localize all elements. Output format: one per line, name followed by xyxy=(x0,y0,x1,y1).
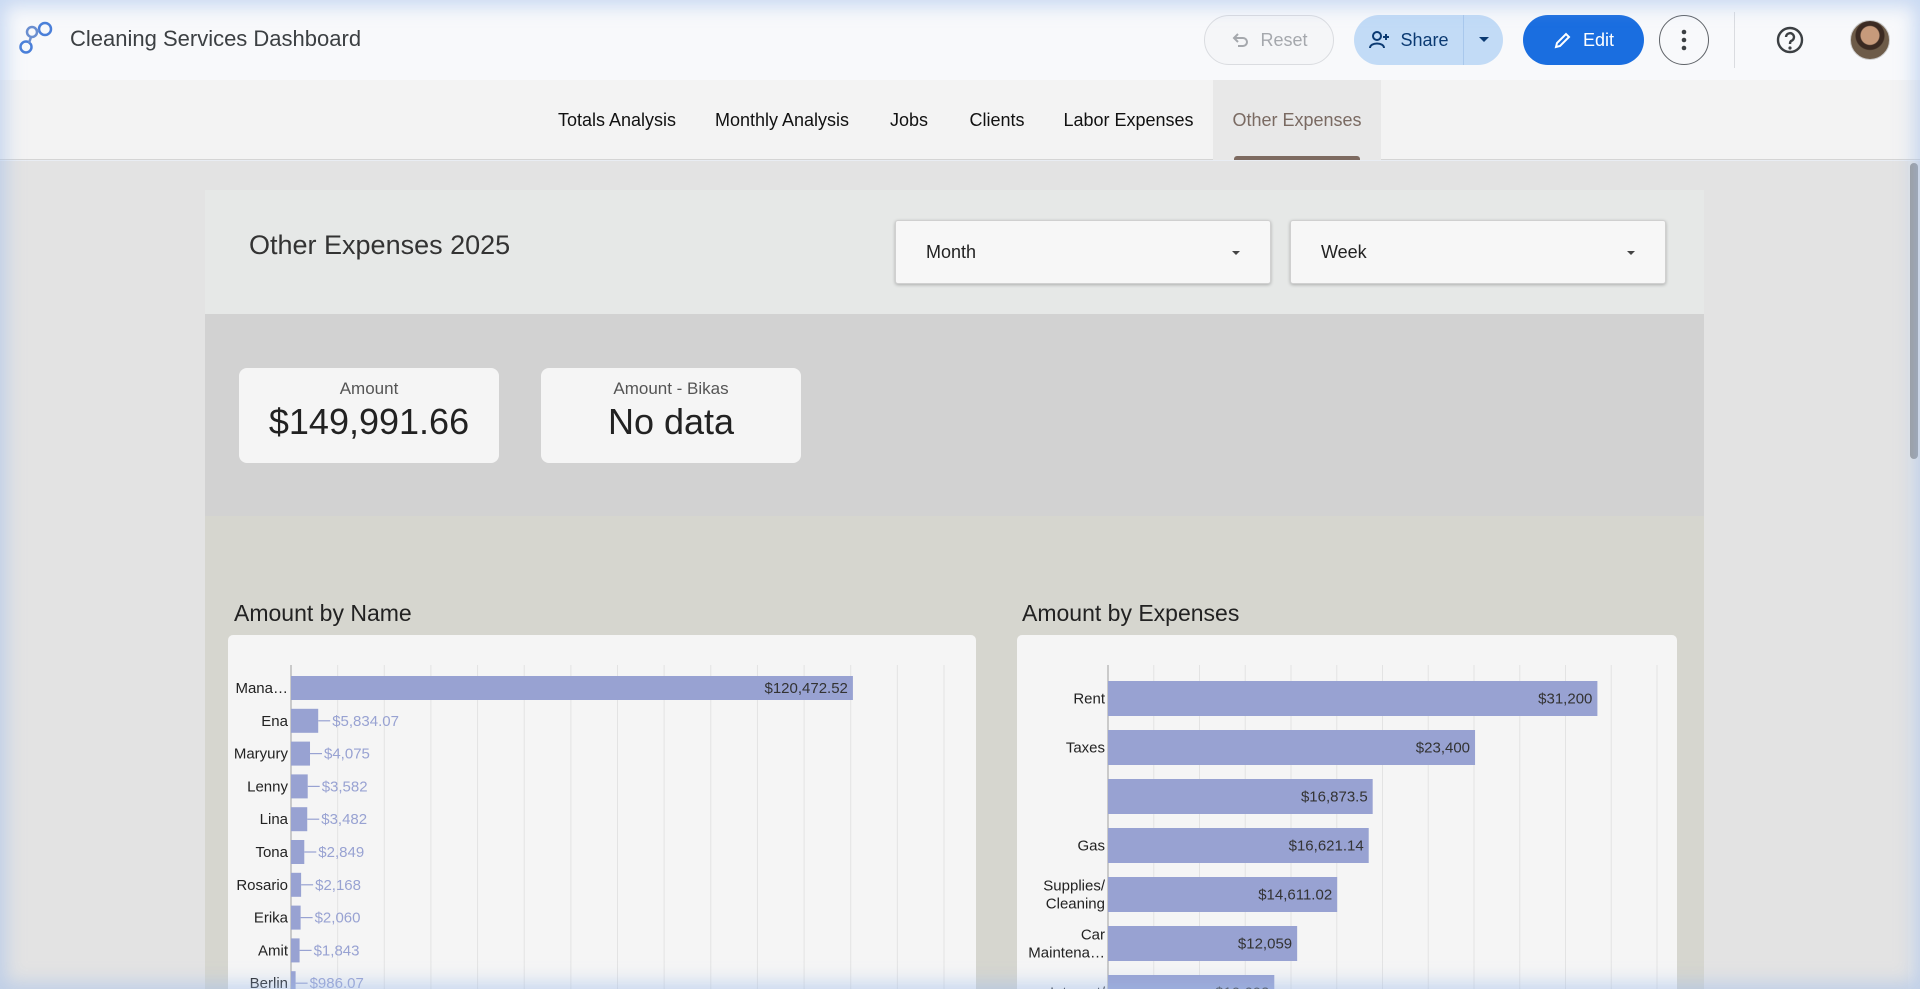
caret-down-icon xyxy=(1627,251,1635,255)
page-tabs: Totals Analysis Monthly Analysis Jobs Cl… xyxy=(0,80,1920,160)
chart-card-amount-by-expenses: Rent $31,200 Taxes $23,400 $16,873.5 Gas $16,6… xyxy=(1017,635,1677,989)
category-label: Internet/ xyxy=(1050,985,1106,989)
category-label: Erika xyxy=(254,910,289,927)
kpi-amount-label: Amount xyxy=(339,379,399,398)
category-label: Maryury xyxy=(234,746,289,763)
data-label: $23,400 xyxy=(1416,740,1470,757)
data-label: $5,834.07 xyxy=(332,713,399,730)
bar[interactable] xyxy=(291,741,311,766)
report-page: Other Expenses 2025 Month Week Amount $1… xyxy=(205,190,1704,989)
amount-by-name-chart: Mana… $120,472.52 Ena $5,834.07 Maryury $4,07… xyxy=(234,665,945,989)
data-label: $31,200 xyxy=(1538,691,1592,708)
reset-label: Reset xyxy=(1260,29,1308,50)
category-label: Supplies/ xyxy=(1043,878,1106,895)
toolbar-divider xyxy=(1734,12,1735,68)
avatar[interactable] xyxy=(1850,20,1890,60)
data-label: $14,611.02 xyxy=(1258,887,1332,904)
chart-title-amount-by-expenses: Amount by Expenses xyxy=(1022,600,1240,626)
share-button-group: Share xyxy=(1354,15,1503,65)
data-label: $4,075 xyxy=(324,746,370,763)
category-label: Lina xyxy=(260,811,289,828)
data-label: $3,582 xyxy=(322,778,368,795)
tab-labor-expenses[interactable]: Labor Expenses xyxy=(1044,80,1213,160)
bar[interactable] xyxy=(291,938,300,963)
person-add-icon xyxy=(1369,31,1390,49)
data-label: $2,060 xyxy=(315,910,361,927)
kpi-amount: Amount $149,991.66 xyxy=(239,368,499,463)
bar[interactable] xyxy=(291,905,301,930)
more-options-button[interactable] xyxy=(1659,15,1709,65)
data-label: $16,873.5 xyxy=(1301,789,1368,806)
category-label: Taxes xyxy=(1066,740,1105,757)
tab-jobs[interactable]: Jobs xyxy=(868,80,950,160)
category-label: Rent xyxy=(1073,691,1106,708)
data-label: $2,849 xyxy=(318,844,364,861)
undo-icon xyxy=(1233,33,1249,47)
share-button[interactable]: Share xyxy=(1354,15,1463,65)
bar[interactable] xyxy=(291,971,296,989)
report-title: Other Expenses 2025 xyxy=(249,230,511,260)
tab-clients[interactable]: Clients xyxy=(950,80,1044,160)
bar[interactable] xyxy=(1108,681,1598,716)
logo-icon xyxy=(19,21,53,54)
top-bar: Cleaning Services Dashboard Reset Share … xyxy=(0,0,1920,80)
category-label: Amit xyxy=(258,942,289,959)
vertical-scrollbar[interactable] xyxy=(1908,161,1920,989)
app-title: Cleaning Services Dashboard xyxy=(70,26,362,51)
tab-other-expenses[interactable]: Other Expenses xyxy=(1213,80,1381,160)
share-dropdown-button[interactable] xyxy=(1463,15,1503,65)
bar[interactable] xyxy=(291,774,308,799)
category-label: Berlin xyxy=(250,975,288,989)
category-label: Tona xyxy=(255,844,288,861)
data-label: $120,472.52 xyxy=(764,680,847,697)
month-filter[interactable]: Month xyxy=(895,220,1271,284)
share-label: Share xyxy=(1400,29,1449,50)
chart-title-amount-by-name: Amount by Name xyxy=(234,600,412,626)
week-filter[interactable]: Week xyxy=(1290,220,1666,284)
category-label: Ena xyxy=(261,713,288,730)
kpi-amount-bikas-value: No data xyxy=(607,401,735,442)
category-label: Maintena… xyxy=(1028,945,1105,962)
kpi-section: Amount $149,991.66 Amount - Bikas No dat… xyxy=(205,314,1704,516)
report-header: Other Expenses 2025 Month Week xyxy=(205,190,1704,314)
week-filter-label: Week xyxy=(1321,241,1367,262)
help-icon[interactable] xyxy=(1774,24,1806,56)
category-label: Mana… xyxy=(235,680,288,697)
data-label: $12,059 xyxy=(1238,936,1292,953)
amount-by-expenses-chart: Rent $31,200 Taxes $23,400 $16,873.5 Gas $16,6… xyxy=(1028,665,1658,989)
edit-button[interactable]: Edit xyxy=(1523,15,1644,65)
bar[interactable] xyxy=(291,807,308,832)
chart-card-amount-by-name: Mana… $120,472.52 Ena $5,834.07 Maryury $4,07… xyxy=(228,635,976,989)
edit-label: Edit xyxy=(1582,29,1615,50)
caret-down-icon xyxy=(1232,251,1240,255)
reset-button[interactable]: Reset xyxy=(1204,15,1334,65)
more-vert-icon xyxy=(1681,29,1687,51)
data-label: $3,482 xyxy=(321,811,367,828)
pencil-icon xyxy=(1554,32,1571,49)
data-label: $1,843 xyxy=(314,942,360,959)
category-label: Car xyxy=(1081,927,1105,944)
caret-down-icon xyxy=(1478,37,1489,42)
category-label: Rosario xyxy=(236,877,288,894)
data-label: $2,168 xyxy=(315,877,361,894)
tab-totals-analysis[interactable]: Totals Analysis xyxy=(538,80,696,160)
data-label: $16,621.14 xyxy=(1289,838,1364,855)
scrollbar-thumb[interactable] xyxy=(1910,163,1918,459)
category-label: Lenny xyxy=(247,778,288,795)
data-label: $986.07 xyxy=(310,975,364,989)
month-filter-label: Month xyxy=(926,241,977,262)
bar[interactable] xyxy=(291,840,305,864)
bar[interactable] xyxy=(291,872,302,897)
data-label: $10,602 xyxy=(1215,985,1269,989)
kpi-amount-bikas: Amount - Bikas No data xyxy=(541,368,801,463)
category-label: Gas xyxy=(1077,838,1105,855)
tab-monthly-analysis[interactable]: Monthly Analysis xyxy=(696,80,868,160)
kpi-amount-value: $149,991.66 xyxy=(268,401,470,442)
category-label: Cleaning xyxy=(1046,896,1105,913)
kpi-amount-bikas-label: Amount - Bikas xyxy=(613,379,729,398)
bar[interactable] xyxy=(291,708,319,733)
